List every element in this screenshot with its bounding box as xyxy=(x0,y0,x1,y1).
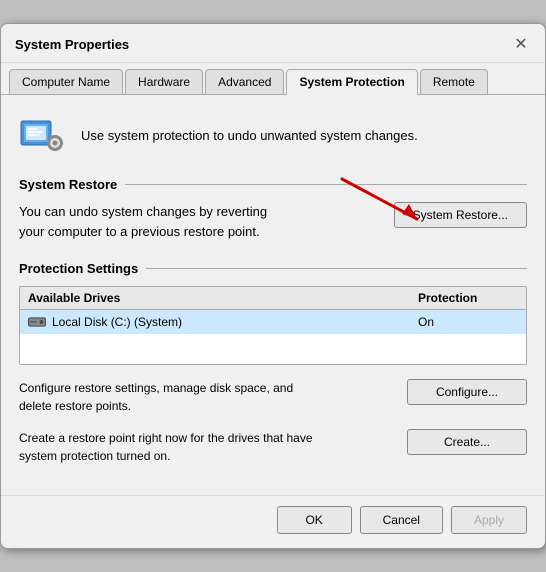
create-text: Create a restore point right now for the… xyxy=(19,429,319,465)
section-divider xyxy=(125,184,527,185)
footer: OK Cancel Apply xyxy=(1,495,545,548)
tab-remote[interactable]: Remote xyxy=(420,69,488,94)
protection-settings-header: Protection Settings xyxy=(19,261,527,276)
system-protection-icon xyxy=(19,111,67,159)
configure-row: Configure restore settings, manage disk … xyxy=(19,379,527,415)
info-row: Use system protection to undo unwanted s… xyxy=(19,111,527,159)
close-button[interactable]: ✕ xyxy=(509,32,533,56)
system-restore-header: System Restore xyxy=(19,177,527,192)
system-properties-window: System Properties ✕ Computer Name Hardwa… xyxy=(0,23,546,549)
restore-row: You can undo system changes by reverting… xyxy=(19,202,527,241)
table-header: Available Drives Protection xyxy=(20,287,526,310)
window-title: System Properties xyxy=(15,37,129,52)
system-restore-title: System Restore xyxy=(19,177,117,192)
col-header-protection: Protection xyxy=(418,291,518,305)
info-text: Use system protection to undo unwanted s… xyxy=(81,128,418,143)
create-row: Create a restore point right now for the… xyxy=(19,429,527,465)
create-button[interactable]: Create... xyxy=(407,429,527,455)
apply-button[interactable]: Apply xyxy=(451,506,527,534)
tab-bar: Computer Name Hardware Advanced System P… xyxy=(1,63,545,95)
tab-advanced[interactable]: Advanced xyxy=(205,69,284,94)
title-bar: System Properties ✕ xyxy=(1,24,545,63)
restore-button-area: System Restore... xyxy=(394,202,527,228)
system-restore-button[interactable]: System Restore... xyxy=(394,202,527,228)
drive-name: Local Disk (C:) (System) xyxy=(52,315,182,329)
protection-status: On xyxy=(418,315,518,329)
table-row[interactable]: Local Disk (C:) (System) On xyxy=(20,310,526,334)
restore-description: You can undo system changes by reverting… xyxy=(19,202,279,241)
configure-text: Configure restore settings, manage disk … xyxy=(19,379,319,415)
table-empty-space xyxy=(20,334,526,364)
drive-cell: Local Disk (C:) (System) xyxy=(28,315,418,329)
drive-icon xyxy=(28,315,46,329)
ok-button[interactable]: OK xyxy=(277,506,352,534)
tab-system-protection[interactable]: System Protection xyxy=(286,69,417,95)
tab-hardware[interactable]: Hardware xyxy=(125,69,203,94)
protection-settings-section: Protection Settings Available Drives Pro… xyxy=(19,261,527,365)
protection-table: Available Drives Protection Local D xyxy=(19,286,527,365)
tab-computer-name[interactable]: Computer Name xyxy=(9,69,123,94)
col-header-drives: Available Drives xyxy=(28,291,418,305)
section-divider-2 xyxy=(146,268,527,269)
protection-settings-title: Protection Settings xyxy=(19,261,138,276)
main-content: Use system protection to undo unwanted s… xyxy=(1,95,545,495)
cancel-button[interactable]: Cancel xyxy=(360,506,443,534)
configure-button[interactable]: Configure... xyxy=(407,379,527,405)
